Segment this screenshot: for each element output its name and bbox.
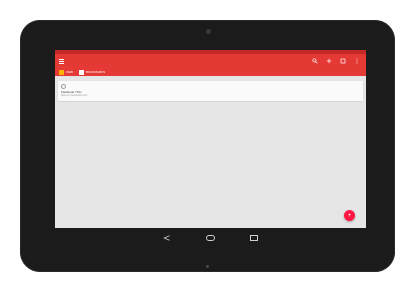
menu-icon[interactable] [59,58,64,64]
camera [206,29,211,34]
add-fab-button[interactable]: + [344,210,355,221]
tab-bookmarks[interactable]: BOOKMARKS [78,69,106,75]
history-url: https://m.facebook.com/ [61,94,88,97]
add-icon[interactable] [326,58,332,64]
tab-web[interactable]: WEB [59,69,73,75]
tab-bar: WEB BOOKMARKS [55,68,366,76]
screen: WEB BOOKMARKS Facebook YOU https://m.fac… [55,50,366,228]
bookmark-icon [78,69,84,75]
app-bar [55,54,366,68]
more-vert-icon[interactable] [354,58,360,64]
tab-label: WEB [66,70,73,74]
add-icon: + [347,212,352,219]
tab-label: BOOKMARKS [85,70,106,74]
bezel-dot [206,265,209,268]
history-card[interactable]: Facebook YOU https://m.facebook.com/ [58,81,363,101]
home-icon[interactable] [206,235,215,241]
clock-icon [61,84,66,89]
recents-icon[interactable] [250,235,258,241]
tabs-icon[interactable] [340,58,346,64]
back-icon[interactable] [163,235,171,241]
web-icon [59,69,64,75]
nav-bar [55,228,366,248]
app-bar-actions [312,58,360,64]
search-icon[interactable] [312,58,318,64]
